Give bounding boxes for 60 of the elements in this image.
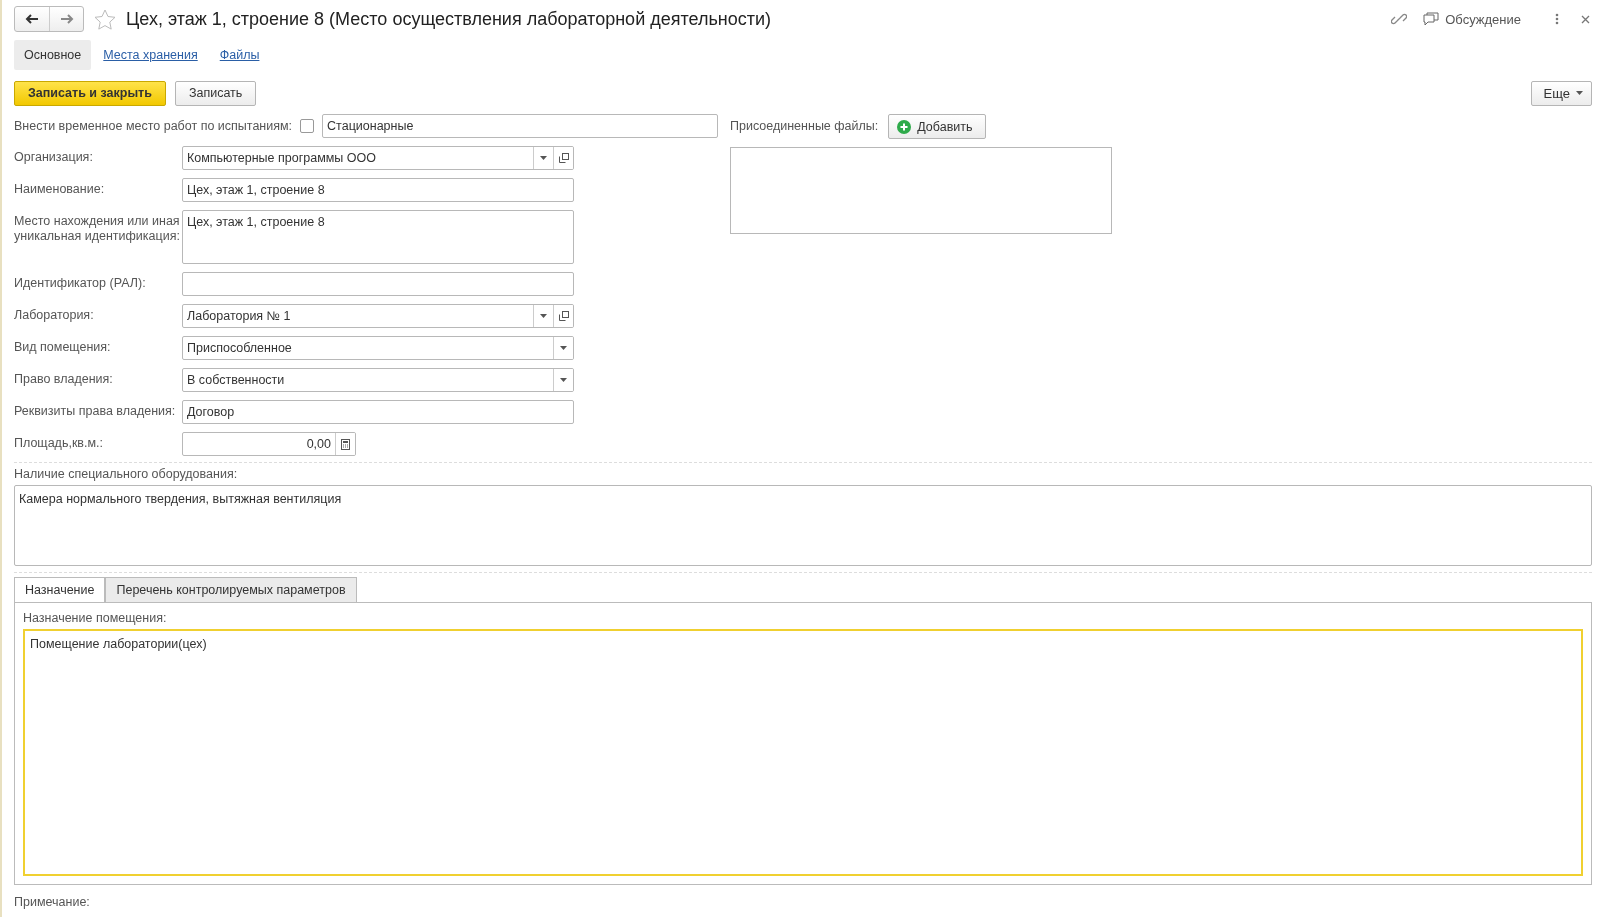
add-button[interactable]: Добавить <box>888 114 986 139</box>
open-button[interactable] <box>553 305 573 327</box>
field-label: Площадь,кв.м.: <box>14 435 104 451</box>
field-label: Внести временное место работ по испытаниям: <box>14 118 293 134</box>
vertical-dots-icon <box>1555 13 1559 25</box>
tab[interactable]: Перечень контролируемых параметров <box>105 577 357 602</box>
more-button[interactable]: Еще <box>1530 80 1592 106</box>
field-label: Реквизиты права владения: <box>14 403 177 419</box>
field-label: Наименование: <box>14 181 106 197</box>
window-title: Цех, этаж 1, строение 8 (Место осуществления лабораторной деятельности) <box>126 8 773 30</box>
text-field[interactable]: Договор <box>182 400 574 424</box>
text-field[interactable]: Цех, этаж 1, строение 8 <box>182 178 574 202</box>
nav-tab[interactable]: Места хранения <box>93 40 208 70</box>
open-window-icon <box>558 311 569 321</box>
checkbox[interactable] <box>300 119 315 133</box>
link-icon <box>1391 11 1408 27</box>
dropdown-field[interactable]: В собственности <box>182 368 574 392</box>
dropdown-button[interactable] <box>553 369 573 391</box>
text-area[interactable]: Камера нормального твердения, вытяжная вентиляция <box>14 485 1592 566</box>
text-field[interactable]: Стационарные <box>322 114 718 138</box>
dropdown-field[interactable]: Приспособленное <box>182 336 574 360</box>
text-area[interactable]: Помещение лаборатории(цех) <box>23 629 1583 876</box>
caret-icon <box>540 156 547 160</box>
caret-icon <box>1576 91 1583 95</box>
field-label: Присоединенные файлы: <box>730 119 879 134</box>
star-icon[interactable] <box>94 8 116 30</box>
field-label: Лаборатория: <box>14 307 95 323</box>
save-and-close-button[interactable]: Записать и закрыть <box>14 80 166 106</box>
field-label: Назначение помещения: <box>23 611 168 625</box>
number-field[interactable]: 0,00 <box>182 432 356 456</box>
calculator-button[interactable] <box>335 433 355 455</box>
open-window-icon <box>558 153 569 163</box>
dropdown-field[interactable]: Лаборатория № 1 <box>182 304 574 328</box>
field-label: Место нахождения или иная уникальная идентификация: <box>14 213 181 244</box>
nav-tab[interactable]: Файлы <box>209 40 270 70</box>
tab[interactable]: Назначение <box>14 577 106 602</box>
calculator-icon <box>341 438 350 450</box>
field-label: Право владения: <box>14 371 114 387</box>
caret-icon <box>560 378 567 382</box>
open-button[interactable] <box>553 147 573 169</box>
field-label: Идентификатор (РАЛ): <box>14 275 147 291</box>
dropdown-button[interactable] <box>553 337 573 359</box>
text-area[interactable]: Цех, этаж 1, строение 8 <box>182 210 574 264</box>
back-arrow-icon <box>25 14 39 24</box>
save-button[interactable]: Записать <box>174 80 257 106</box>
discussion-button[interactable]: Обсуждение <box>1419 11 1525 27</box>
more-menu-button[interactable] <box>1553 11 1561 27</box>
close-icon <box>1581 14 1590 24</box>
text-field[interactable] <box>182 272 574 296</box>
caret-icon <box>540 314 547 318</box>
field-label: Наличие специального оборудования: <box>14 467 239 481</box>
field-label: Вид помещения: <box>14 339 112 355</box>
field-label: Примечание: <box>14 895 91 909</box>
chat-icon <box>1423 11 1440 27</box>
plus-circle-icon <box>897 119 912 134</box>
dropdown-field[interactable]: Компьютерные программы ООО <box>182 146 574 170</box>
caret-icon <box>560 346 567 350</box>
nav-tab[interactable]: Основное <box>14 40 92 70</box>
forward-arrow-icon <box>59 14 74 24</box>
field-label: Организация: <box>14 149 94 165</box>
